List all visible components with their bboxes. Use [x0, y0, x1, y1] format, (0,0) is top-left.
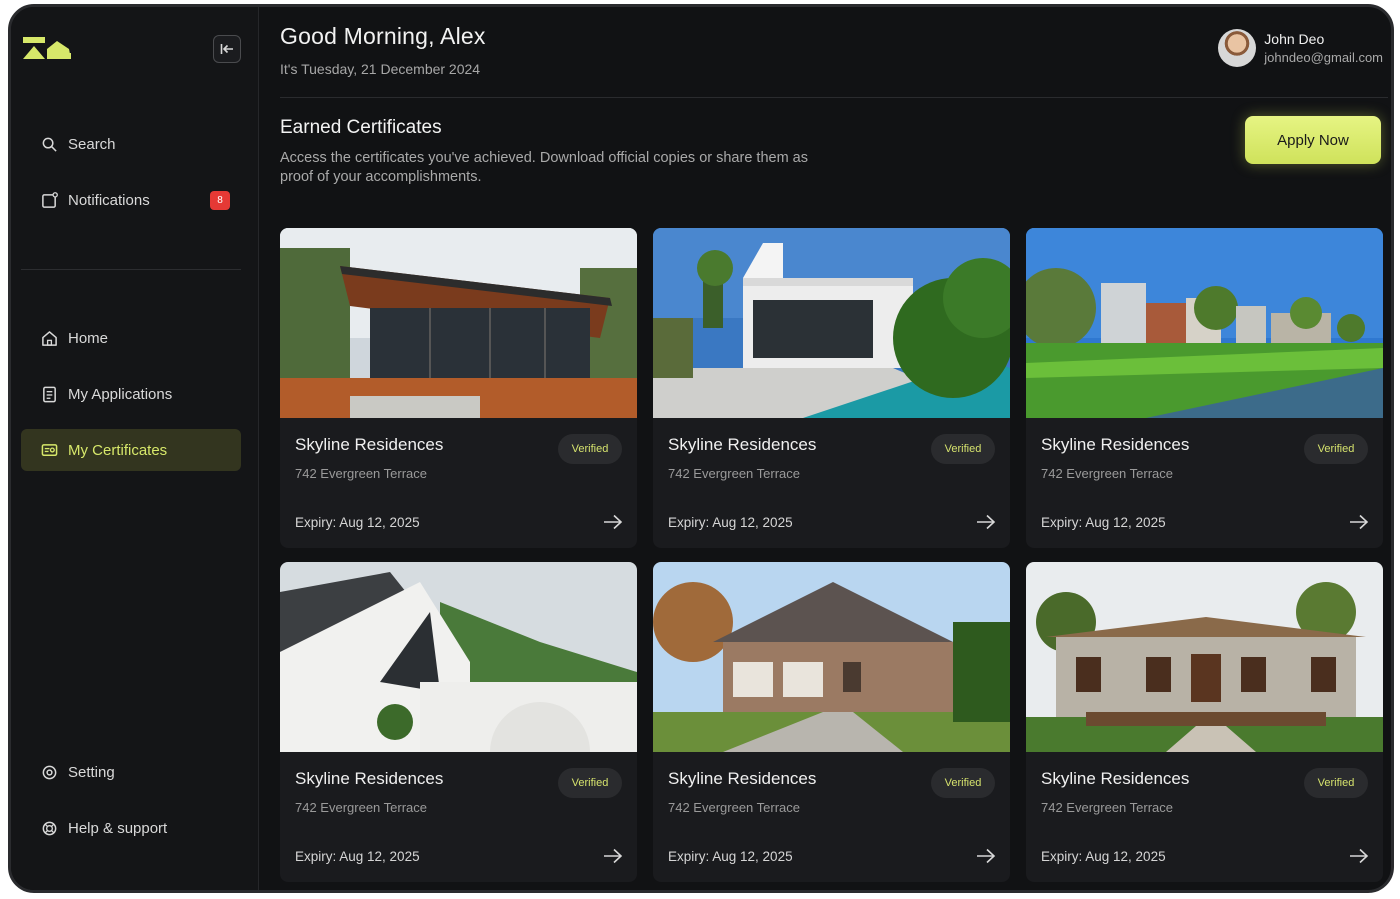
property-image [280, 562, 637, 752]
search-icon [42, 137, 57, 152]
collapse-icon [220, 44, 233, 54]
card-title: Skyline Residences [1041, 769, 1190, 788]
arrow-right-icon[interactable] [603, 514, 623, 530]
section-description: Access the certificates you've achieved.… [280, 150, 808, 185]
sidebar-item-label: My Certificates [68, 441, 168, 459]
sidebar-item-setting[interactable]: Setting [21, 751, 241, 793]
card-address: 742 Evergreen Terrace [1041, 800, 1174, 815]
sidebar-item-help-support[interactable]: Help & support [21, 807, 241, 849]
sidebar-divider [21, 269, 241, 270]
sidebar: Search Notifications 8 Home My Applicati… [11, 7, 259, 890]
help-icon [42, 821, 57, 835]
brand-logo [23, 37, 71, 59]
certificate-card[interactable]: Skyline Residences 742 Evergreen Terrace… [280, 562, 637, 882]
arrow-right-icon[interactable] [603, 848, 623, 864]
settings-icon [42, 765, 57, 779]
app-window: Search Notifications 8 Home My Applicati… [8, 4, 1394, 893]
card-expiry: Expiry: Aug 12, 2025 [295, 515, 420, 530]
applications-icon [43, 386, 56, 402]
collapse-sidebar-button[interactable] [213, 35, 241, 63]
sidebar-item-notifications[interactable]: Notifications 8 [21, 179, 241, 221]
card-address: 742 Evergreen Terrace [295, 466, 428, 481]
verified-badge: Verified [558, 434, 622, 464]
greeting-title: Good Morning, Alex [280, 23, 486, 49]
avatar [1218, 29, 1257, 67]
arrow-right-icon[interactable] [976, 848, 996, 864]
arrow-right-icon[interactable] [1349, 848, 1369, 864]
card-expiry: Expiry: Aug 12, 2025 [668, 849, 793, 864]
card-address: 742 Evergreen Terrace [295, 800, 428, 815]
verified-badge: Verified [931, 434, 995, 464]
certificate-card[interactable]: Skyline Residences 742 Evergreen Terrace… [653, 562, 1010, 882]
sidebar-item-label: Notifications [68, 191, 150, 209]
verified-badge: Verified [558, 768, 622, 798]
sidebar-item-label: My Applications [68, 385, 173, 403]
certificate-card[interactable]: Skyline Residences 742 Evergreen Terrace… [1026, 562, 1383, 882]
card-expiry: Expiry: Aug 12, 2025 [1041, 849, 1166, 864]
card-title: Skyline Residences [295, 435, 444, 454]
card-title: Skyline Residences [668, 435, 817, 454]
card-title: Skyline Residences [295, 769, 444, 788]
sidebar-item-my-certificates[interactable]: My Certificates [21, 429, 241, 471]
property-image [653, 562, 1010, 752]
sidebar-item-label: Home [68, 329, 109, 347]
header-divider [280, 97, 1388, 98]
verified-badge: Verified [931, 768, 995, 798]
arrow-right-icon[interactable] [976, 514, 996, 530]
section-title: Earned Certificates [280, 117, 442, 138]
verified-badge: Verified [1304, 434, 1368, 464]
card-expiry: Expiry: Aug 12, 2025 [295, 849, 420, 864]
card-address: 742 Evergreen Terrace [668, 800, 801, 815]
home-icon [42, 330, 57, 346]
card-title: Skyline Residences [668, 769, 817, 788]
certificate-card[interactable]: Skyline Residences 742 Evergreen Terrace… [280, 228, 637, 548]
sidebar-item-search[interactable]: Search [21, 123, 241, 165]
user-email: johndeo@gmail.com [1264, 50, 1383, 65]
apply-now-button[interactable]: Apply Now [1245, 116, 1381, 164]
certificate-icon [41, 443, 58, 456]
card-address: 742 Evergreen Terrace [668, 466, 801, 481]
property-image [280, 228, 637, 418]
sidebar-item-home[interactable]: Home [21, 317, 241, 359]
card-title: Skyline Residences [1041, 435, 1190, 454]
sidebar-item-label: Setting [68, 763, 115, 781]
sidebar-item-my-applications[interactable]: My Applications [21, 373, 241, 415]
current-date: It's Tuesday, 21 December 2024 [280, 61, 481, 77]
certificate-card[interactable]: Skyline Residences 742 Evergreen Terrace… [653, 228, 1010, 548]
card-address: 742 Evergreen Terrace [1041, 466, 1174, 481]
property-image [1026, 562, 1383, 752]
bell-icon [42, 191, 58, 208]
certificate-card[interactable]: Skyline Residences 742 Evergreen Terrace… [1026, 228, 1383, 548]
card-expiry: Expiry: Aug 12, 2025 [1041, 515, 1166, 530]
sidebar-item-label: Search [68, 135, 116, 153]
verified-badge: Verified [1304, 768, 1368, 798]
notification-badge: 8 [210, 191, 230, 210]
property-image [653, 228, 1010, 418]
user-profile[interactable]: John Deo johndeo@gmail.com [1218, 29, 1383, 67]
card-expiry: Expiry: Aug 12, 2025 [668, 515, 793, 530]
sidebar-item-label: Help & support [68, 819, 168, 837]
property-image [1026, 228, 1383, 418]
user-name: John Deo [1264, 31, 1325, 47]
arrow-right-icon[interactable] [1349, 514, 1369, 530]
